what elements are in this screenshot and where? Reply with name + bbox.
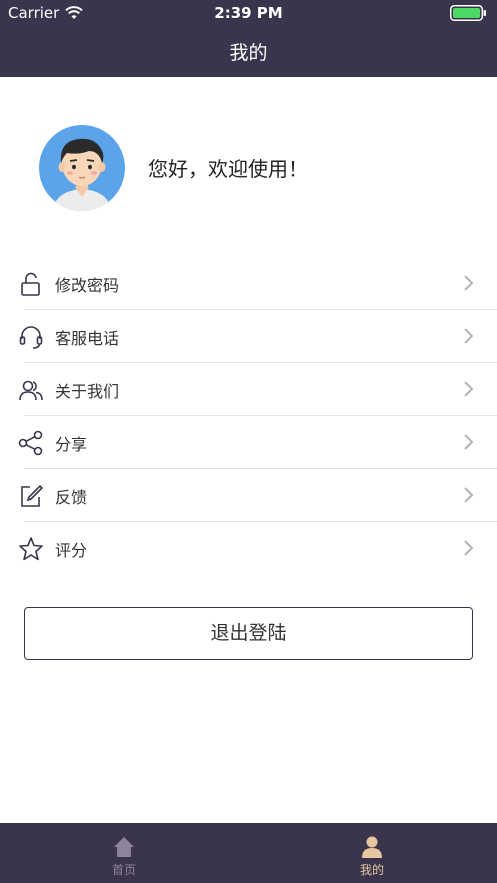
- tab-label: 首页: [111, 863, 136, 877]
- star-icon: [19, 537, 43, 561]
- status-time: 2:39 PM: [214, 4, 283, 22]
- profile-section: 您好，欢迎使用！: [0, 77, 497, 257]
- menu-item-change-password[interactable]: 修改密码: [0, 257, 497, 310]
- chevron-right-icon: [464, 540, 474, 556]
- tab-bar: 首页 我的: [0, 823, 497, 883]
- menu-item-label: 修改密码: [55, 276, 120, 295]
- logout-button[interactable]: 退出登陆: [24, 607, 473, 660]
- page-title: 我的: [229, 42, 268, 64]
- greeting-text: 您好，欢迎使用！: [148, 157, 308, 181]
- menu-item-label: 客服电话: [55, 329, 120, 348]
- tab-mine[interactable]: 我的: [248, 823, 496, 883]
- menu-item-share[interactable]: 分享: [0, 416, 497, 469]
- menu-item-customer-service[interactable]: 客服电话: [0, 310, 497, 363]
- header: Carrier 2:39 PM 我的: [0, 0, 497, 77]
- menu-item-rating[interactable]: 评分: [0, 522, 497, 575]
- chevron-right-icon: [464, 275, 474, 291]
- unlock-icon: [21, 272, 40, 296]
- tab-home[interactable]: 首页: [0, 823, 248, 883]
- chevron-right-icon: [464, 381, 474, 397]
- menu-item-feedback[interactable]: 反馈: [0, 469, 497, 522]
- headset-icon: [19, 326, 43, 349]
- users-icon: [19, 380, 43, 401]
- avatar[interactable]: [39, 125, 125, 211]
- person-icon: [362, 836, 382, 858]
- chevron-right-icon: [464, 328, 474, 344]
- menu-item-about-us[interactable]: 关于我们: [0, 363, 497, 416]
- menu-item-label: 反馈: [55, 488, 88, 507]
- menu-list: 修改密码 客服电话 关于我们 分享 反馈 评分: [0, 257, 497, 575]
- chevron-right-icon: [464, 434, 474, 450]
- menu-item-label: 评分: [55, 541, 88, 560]
- edit-icon: [21, 484, 44, 507]
- battery-icon: [450, 5, 486, 21]
- chevron-right-icon: [464, 487, 474, 503]
- tab-label: 我的: [359, 863, 384, 877]
- share-icon: [18, 430, 43, 456]
- menu-item-label: 分享: [55, 435, 88, 454]
- status-bar: Carrier 2:39 PM: [0, 0, 497, 26]
- menu-item-label: 关于我们: [55, 382, 120, 401]
- home-icon: [114, 837, 134, 857]
